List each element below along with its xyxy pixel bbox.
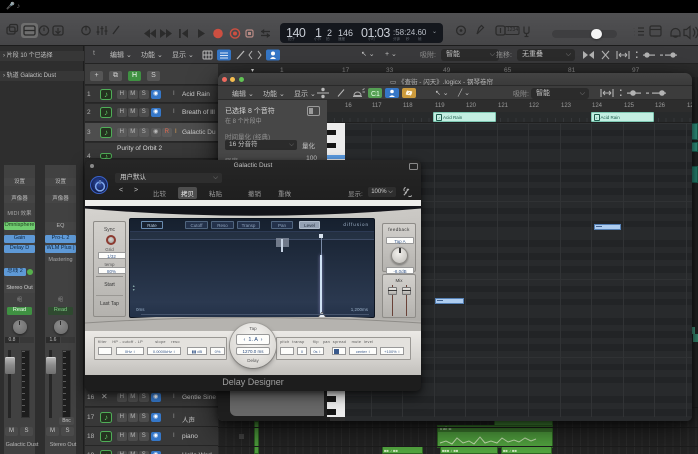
svg-text:C1: C1 [371,91,380,98]
